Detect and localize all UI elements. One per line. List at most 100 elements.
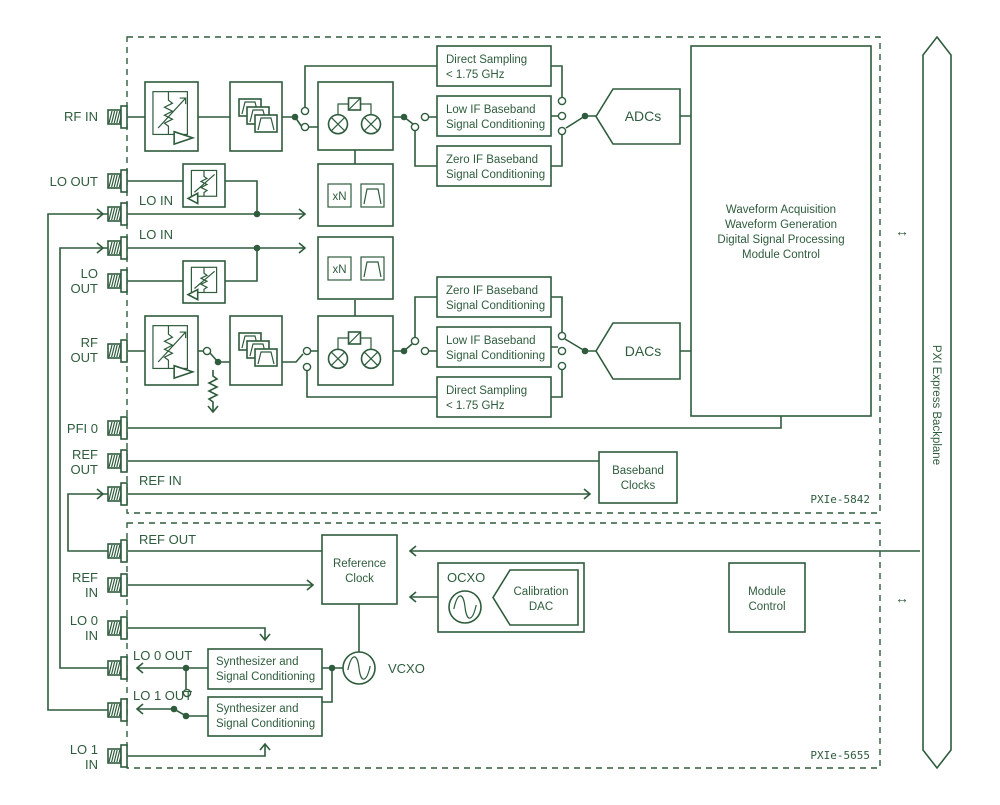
port-label-lo1-in: IN [85,757,98,772]
block-label: Signal Conditioning [446,300,545,312]
connector-flange [120,539,128,563]
connector-icon [107,416,128,440]
port-label-ref-out: REF [72,447,98,462]
block-label: Synthesizer and [216,703,298,715]
block-label: Direct Sampling [446,385,527,397]
block-label: Signal Conditioning [446,169,545,181]
fpga-label: Waveform Acquisition [726,204,836,216]
fpga-label: Waveform Generation [725,219,837,231]
module-name: PXIe-5655 [810,749,870,762]
block-label: DAC [529,601,553,613]
connector-flange [120,616,128,640]
port-label-lo-in: LO IN [139,193,173,208]
connector-flange [120,105,128,129]
port-label-ref-out: REF OUT [139,532,196,547]
wire [128,550,322,586]
block-label: Baseband [612,465,664,477]
block-label: Zero IF Baseband [446,154,538,166]
block-label: Signal Conditioning [216,671,315,683]
block-label: Calibration [514,586,569,598]
block-label: Clocks [621,480,656,492]
backplane-label: PXI Express Backplane [930,345,942,465]
junction-dot [291,113,299,121]
port-label-lo0-in: IN [85,628,98,643]
junction-dot [581,112,589,120]
module-name: PXIe-5842 [810,493,870,506]
port-label-rf-out: OUT [71,350,99,365]
junction-dot [581,347,589,355]
junction-dot [182,712,190,720]
port-label-lo-out: OUT [71,281,99,296]
block-label: Clock [345,573,374,585]
block-label: Synthesizer and [216,656,298,668]
port-label-lo0-in: LO 0 [70,613,98,628]
junction-dot [400,113,408,121]
connector-icon [107,202,128,226]
junction-dot [182,664,190,672]
connector-icon [107,539,128,563]
wire [67,493,108,552]
wire [322,667,343,703]
connector-flange [120,449,128,473]
vcxo-label: VCXO [388,661,425,676]
connector-flange [120,236,128,260]
port-label-pfi0: PFI 0 [67,421,98,436]
connector-flange [120,169,128,193]
connector-icon [107,656,128,680]
multiplier-label: xN [332,264,346,276]
switch-contact [300,122,310,132]
dacs-label: DACs [625,343,662,359]
block-label: Direct Sampling [446,54,527,66]
port-label-lo-out: LO [81,266,98,281]
connector-flange [120,698,128,722]
switch-contact [557,331,567,341]
port-label-ref-out: OUT [71,462,99,477]
port-label-lo1-out: LO 1 OUT [133,688,192,703]
connector-icon [107,105,128,129]
block-label: Zero IF Baseband [446,285,538,297]
connector-icon [107,269,128,293]
junction-dot [253,210,261,218]
rx-iq-mixer [317,81,394,151]
connector-icon [107,698,128,722]
port-label-ref-in: REF IN [139,473,182,488]
switch-contact [410,122,420,132]
block-label: Signal Conditioning [446,350,545,362]
port-label-ref-in: REF [72,570,98,585]
block-label: Signal Conditioning [446,119,545,131]
connector-flange [120,656,128,680]
synthesizer-0-block [207,648,323,690]
wire [551,296,563,398]
ocxo-label: OCXO [447,570,485,585]
connector-icon [107,449,128,473]
bidirectional-arrow-icon: ↔ [895,223,909,239]
switch-contact [302,362,312,372]
block-label: Low IF Baseband [446,104,536,116]
tx-lo-multiplier-filter [317,236,394,300]
rx-lo-multiplier-filter [317,163,394,227]
baseband-clocks-block [598,451,678,504]
port-label-lo-out: LO OUT [50,174,98,189]
port-label-lo1-in: LO 1 [70,742,98,757]
junction-dot [400,347,408,355]
multiplier-label: xN [332,191,346,203]
fpga-block [690,45,872,417]
connector-icon [107,573,128,597]
block-label: Low IF Baseband [446,335,536,347]
tx-iq-mixer [317,315,394,386]
connector-icon [107,744,128,768]
fpga-label: Digital Signal Processing [717,234,844,246]
bidirectional-arrow-icon: ↔ [895,590,909,606]
block-label: Control [748,601,785,613]
switch-contact [557,126,567,136]
switch-contact [557,111,567,121]
connector-icon [107,482,128,506]
block-label: Module [748,586,786,598]
switch-contact [410,336,420,346]
switch-contact [557,346,567,356]
port-label-lo0-out: LO 0 OUT [133,648,192,663]
wire [128,744,266,757]
port-label-rf-out: RF [81,335,98,350]
port-label-ref-in: IN [85,585,98,600]
switch-contact [420,346,430,356]
